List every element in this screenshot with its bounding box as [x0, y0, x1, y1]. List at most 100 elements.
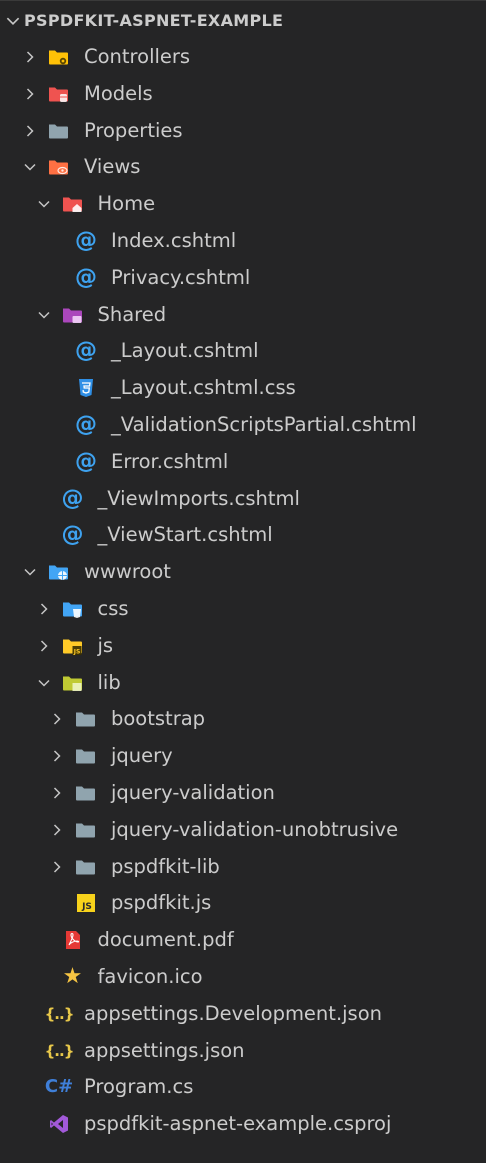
tree-item-appsettings-development-json[interactable]: {..} appsettings.Development.json	[0, 996, 486, 1033]
tree-item-viewimports-cshtml[interactable]: @ _ViewImports.cshtml	[0, 481, 486, 518]
svg-text:JS: JS	[72, 648, 80, 655]
tree-item-layout-cshtml-css[interactable]: _Layout.cshtml.css	[0, 370, 486, 407]
chevron-down-icon[interactable]	[4, 12, 22, 30]
folder-shared-icon	[62, 305, 84, 325]
chevron-right-icon[interactable]	[49, 822, 65, 838]
razor-icon: @	[75, 411, 97, 437]
chevron-down-icon[interactable]	[22, 564, 38, 580]
chevron-right-icon[interactable]	[49, 859, 65, 875]
json-icon: {..}	[44, 1004, 75, 1023]
tree-item-controllers[interactable]: Controllers	[0, 39, 486, 76]
folder-controllers-icon	[48, 47, 70, 67]
tree-item-document-pdf[interactable]: document.pdf	[0, 922, 486, 959]
tree-item-views[interactable]: Views	[0, 149, 486, 186]
tree-item-validationscriptspartial-cshtml[interactable]: @ _ValidationScriptsPartial.cshtml	[0, 407, 486, 444]
razor-icon: @	[75, 448, 97, 474]
tree-item-label: Models	[84, 81, 153, 105]
tree-item-privacy-cshtml[interactable]: @ Privacy.cshtml	[0, 260, 486, 297]
tree-item-wwwroot[interactable]: wwwroot	[0, 554, 486, 591]
tree-item-label: jquery	[111, 744, 173, 768]
tree-item-css[interactable]: css	[0, 591, 486, 628]
chevron-right-icon[interactable]	[49, 785, 65, 801]
svg-text:JS: JS	[81, 902, 92, 912]
tree-item-program-cs[interactable]: C# Program.cs	[0, 1069, 486, 1106]
tree-item-label: Properties	[84, 118, 183, 142]
razor-icon: @	[61, 522, 84, 548]
folder-icon	[75, 857, 97, 877]
chevron-right-icon[interactable]	[36, 638, 52, 654]
tree-item-index-cshtml[interactable]: @ Index.cshtml	[0, 223, 486, 260]
tree-item-label: Shared	[97, 302, 167, 326]
tree-item-models[interactable]: Models	[0, 76, 486, 113]
tree-item-bootstrap[interactable]: bootstrap	[0, 701, 486, 738]
tree-item-label: bootstrap	[111, 707, 206, 731]
razor-icon: @	[75, 227, 97, 253]
tree-item-js[interactable]: JS js	[0, 628, 486, 665]
chevron-right-icon[interactable]	[22, 86, 38, 102]
pdf-icon	[62, 930, 84, 950]
tree-item-label: pspdfkit-aspnet-example.csproj	[84, 1112, 392, 1136]
project-title: PSPDFKIT-ASPNET-EXAMPLE	[24, 11, 284, 30]
chevron-right-icon[interactable]	[36, 601, 52, 617]
tree-item-lib[interactable]: lib	[0, 665, 486, 702]
tree-item-label: appsettings.json	[84, 1038, 245, 1062]
folder-www-icon	[48, 562, 70, 582]
tree-item-label: pspdfkit-lib	[111, 854, 220, 878]
tree-item-label: Privacy.cshtml	[111, 265, 251, 289]
json-icon: {..}	[44, 1041, 75, 1060]
tree-item-pspdfkit-aspnet-example-csproj[interactable]: pspdfkit-aspnet-example.csproj	[0, 1106, 486, 1143]
tree-item-home[interactable]: Home	[0, 186, 486, 223]
tree-item-label: Index.cshtml	[111, 228, 237, 252]
tree-item-layout-cshtml[interactable]: @ _Layout.cshtml	[0, 333, 486, 370]
folder-icon	[75, 783, 97, 803]
tree-item-label: Views	[84, 155, 141, 179]
tree-item-pspdfkit-js[interactable]: JS pspdfkit.js	[0, 885, 486, 922]
chevron-right-icon[interactable]	[22, 123, 38, 139]
explorer-panel: PSPDFKIT-ASPNET-EXAMPLE Controllers Model…	[0, 0, 486, 1163]
tree-item-label: _Layout.cshtml.css	[111, 376, 296, 400]
tree-item-jquery[interactable]: jquery	[0, 738, 486, 775]
tree-item-label: css	[97, 596, 129, 620]
tree-item-favicon-ico[interactable]: ★ favicon.ico	[0, 959, 486, 996]
chevron-right-icon[interactable]	[49, 748, 65, 764]
tree-item-label: lib	[97, 670, 121, 694]
chevron-down-icon[interactable]	[36, 675, 52, 691]
csproj-icon	[48, 1114, 70, 1134]
tree-item-appsettings-json[interactable]: {..} appsettings.json	[0, 1033, 486, 1070]
tree-item-jquery-validation-unobtrusive[interactable]: jquery-validation-unobtrusive	[0, 812, 486, 849]
tree-item-label: appsettings.Development.json	[84, 1001, 383, 1025]
tree-item-label: Program.cs	[84, 1075, 194, 1099]
tree-item-label: _ViewImports.cshtml	[97, 486, 300, 510]
file-tree: Controllers Models Properties Views Home @ Ind…	[0, 39, 486, 1143]
tree-item-error-cshtml[interactable]: @ Error.cshtml	[0, 444, 486, 481]
tree-item-label: _Layout.cshtml	[111, 339, 259, 363]
razor-icon: @	[61, 485, 84, 511]
tree-item-viewstart-cshtml[interactable]: @ _ViewStart.cshtml	[0, 517, 486, 554]
folder-css-icon	[62, 599, 84, 619]
explorer-project-header[interactable]: PSPDFKIT-ASPNET-EXAMPLE	[0, 3, 486, 39]
folder-home-icon	[62, 194, 84, 214]
tree-item-shared[interactable]: Shared	[0, 297, 486, 334]
folder-models-icon	[48, 84, 70, 104]
chevron-down-icon[interactable]	[36, 307, 52, 323]
csharp-icon: C#	[44, 1076, 74, 1098]
chevron-down-icon[interactable]	[22, 159, 38, 175]
folder-icon	[75, 820, 97, 840]
js-file-icon: JS	[75, 893, 97, 913]
tree-item-label: document.pdf	[97, 928, 234, 952]
tree-item-label: wwwroot	[84, 560, 171, 584]
tree-item-pspdfkit-lib[interactable]: pspdfkit-lib	[0, 849, 486, 886]
tree-item-jquery-validation[interactable]: jquery-validation	[0, 775, 486, 812]
folder-lib-icon	[62, 673, 84, 693]
razor-icon: @	[75, 264, 97, 290]
chevron-right-icon[interactable]	[22, 49, 38, 65]
tree-item-label: Home	[97, 192, 156, 216]
chevron-down-icon[interactable]	[36, 196, 52, 212]
tree-item-label: favicon.ico	[97, 964, 203, 988]
tree-item-properties[interactable]: Properties	[0, 113, 486, 150]
star-icon: ★	[62, 963, 83, 989]
tree-item-label: jquery-validation-unobtrusive	[111, 817, 399, 841]
folder-views-icon	[48, 157, 70, 177]
chevron-right-icon[interactable]	[49, 711, 65, 727]
tree-item-label: js	[97, 633, 114, 657]
